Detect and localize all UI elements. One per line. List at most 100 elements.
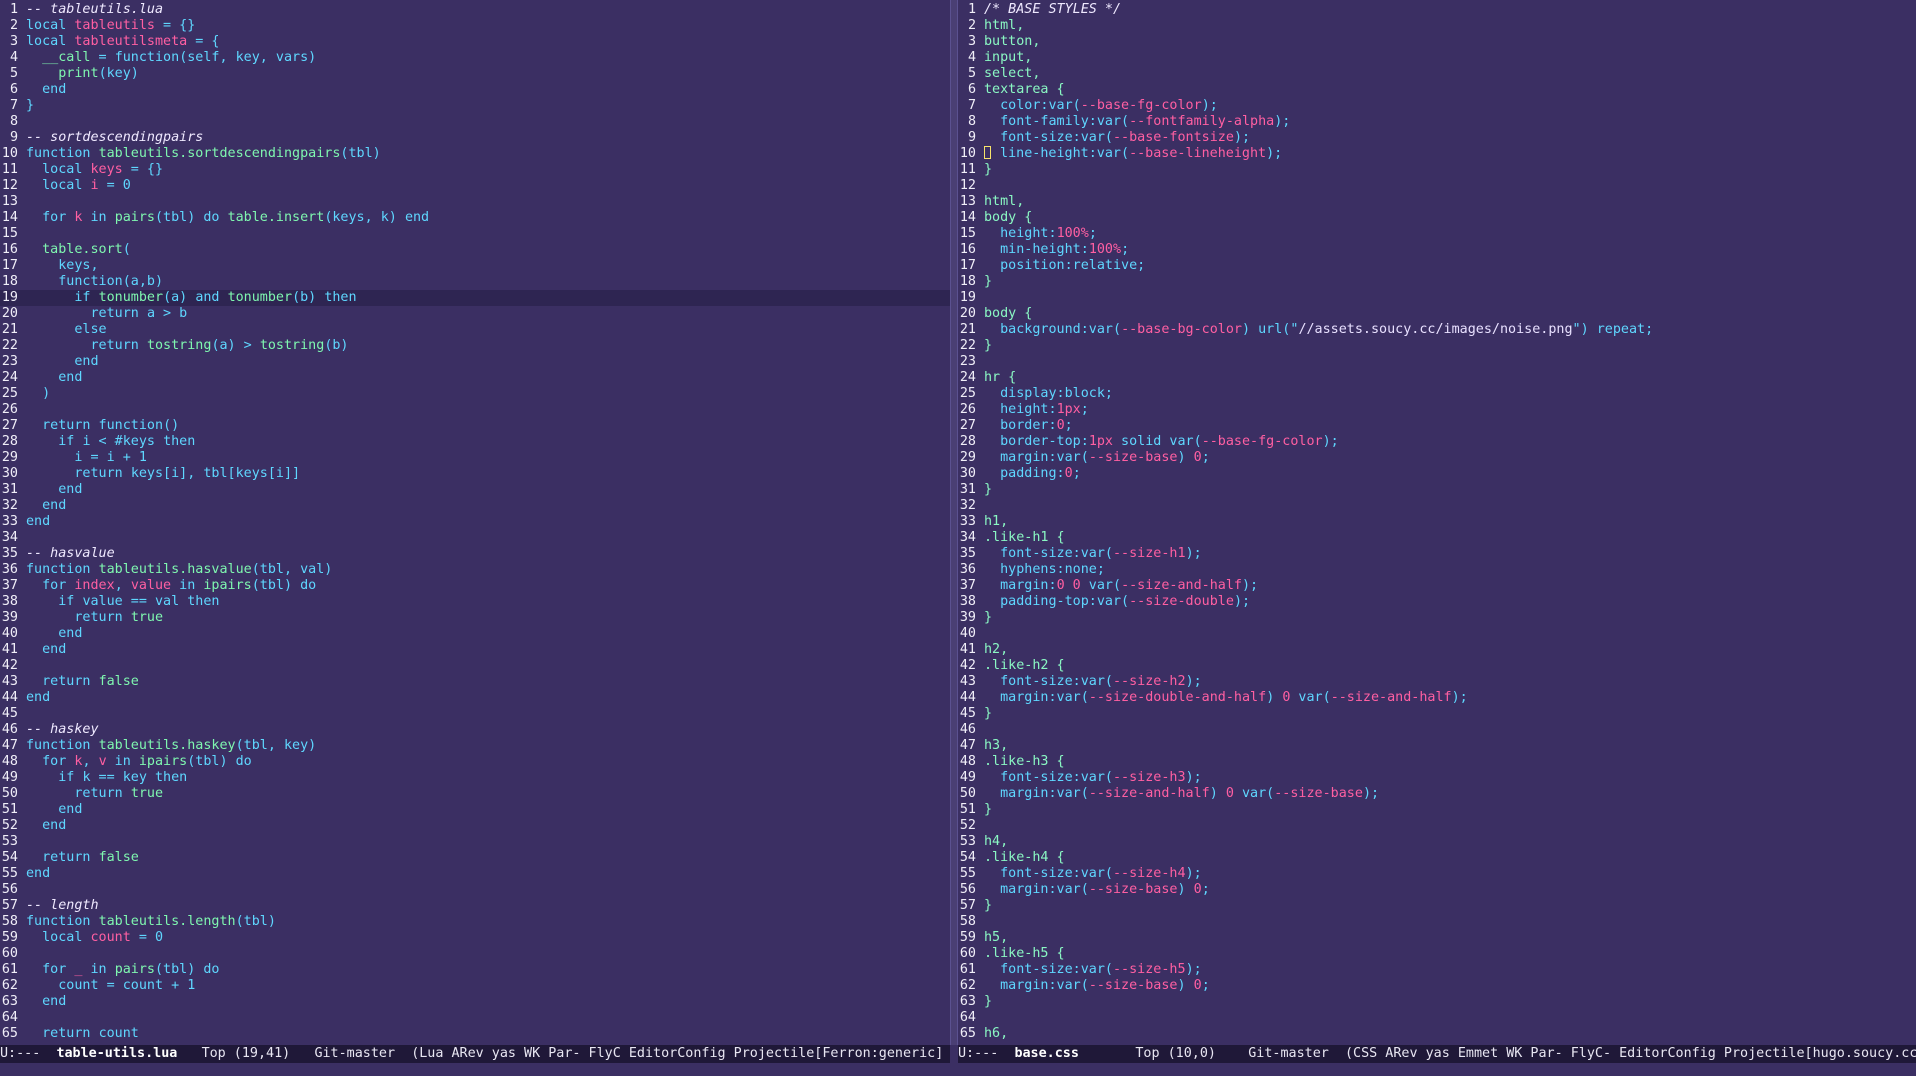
- code-line[interactable]: 23: [958, 354, 1916, 370]
- code-line[interactable]: 38 padding-top:var(--size-double);: [958, 594, 1916, 610]
- code-line[interactable]: 45}: [958, 706, 1916, 722]
- window-divider[interactable]: [950, 0, 958, 1045]
- code-line[interactable]: 61 font-size:var(--size-h5);: [958, 962, 1916, 978]
- code-line[interactable]: 10 line-height:var(--base-lineheight);: [958, 146, 1916, 162]
- code-line[interactable]: 60: [0, 946, 950, 962]
- code-line[interactable]: 32: [958, 498, 1916, 514]
- code-line[interactable]: 19 if tonumber(a) and tonumber(b) then: [0, 290, 950, 306]
- code-line[interactable]: 12: [958, 178, 1916, 194]
- code-line[interactable]: 28 if i < #keys then: [0, 434, 950, 450]
- code-line[interactable]: 48 .like-h3 {: [958, 754, 1916, 770]
- code-line[interactable]: 63}: [958, 994, 1916, 1010]
- code-line[interactable]: 53: [0, 834, 950, 850]
- code-line[interactable]: 19: [958, 290, 1916, 306]
- code-line[interactable]: 30 return keys[i], tbl[keys[i]]: [0, 466, 950, 482]
- code-line[interactable]: 2 local tableutils = {}: [0, 18, 950, 34]
- code-line[interactable]: 35 -- hasvalue: [0, 546, 950, 562]
- code-line[interactable]: 52 end: [0, 818, 950, 834]
- code-line[interactable]: 9 font-size:var(--base-fontsize);: [958, 130, 1916, 146]
- code-line[interactable]: 54 .like-h4 {: [958, 850, 1916, 866]
- code-line[interactable]: 52: [958, 818, 1916, 834]
- code-line[interactable]: 26: [0, 402, 950, 418]
- code-line[interactable]: 40 end: [0, 626, 950, 642]
- code-line[interactable]: 23 end: [0, 354, 950, 370]
- code-area-lua[interactable]: 1 -- tableutils.lua 2 local tableutils = {}…: [0, 2, 950, 1042]
- code-line[interactable]: 57 -- length: [0, 898, 950, 914]
- code-line[interactable]: 61 for _ in pairs(tbl) do: [0, 962, 950, 978]
- code-line[interactable]: 39 return true: [0, 610, 950, 626]
- code-line[interactable]: 49 font-size:var(--size-h3);: [958, 770, 1916, 786]
- code-line[interactable]: 62 margin:var(--size-base) 0;: [958, 978, 1916, 994]
- code-line[interactable]: 18 function(a,b): [0, 274, 950, 290]
- code-line[interactable]: 42: [0, 658, 950, 674]
- editor-pane-css[interactable]: 1/* BASE STYLES */2 html, 3 button, 4 input, 5…: [958, 0, 1916, 1045]
- code-line[interactable]: 30 padding:0;: [958, 466, 1916, 482]
- code-line[interactable]: 58 function tableutils.length(tbl): [0, 914, 950, 930]
- code-line[interactable]: 13 html,: [958, 194, 1916, 210]
- code-line[interactable]: 36 hyphens:none;: [958, 562, 1916, 578]
- code-line[interactable]: 5 print(key): [0, 66, 950, 82]
- code-line[interactable]: 50 margin:var(--size-and-half) 0 var(--s…: [958, 786, 1916, 802]
- code-line[interactable]: 65 h6,: [958, 1026, 1916, 1042]
- code-line[interactable]: 58: [958, 914, 1916, 930]
- code-line[interactable]: 46: [958, 722, 1916, 738]
- code-line[interactable]: 3 local tableutilsmeta = {: [0, 34, 950, 50]
- code-line[interactable]: 42 .like-h2 {: [958, 658, 1916, 674]
- code-line[interactable]: 65 return count: [0, 1026, 950, 1042]
- mode-line-vc-branch[interactable]: Git-master: [1248, 1046, 1329, 1061]
- code-line[interactable]: 53 h4,: [958, 834, 1916, 850]
- mode-line-modes[interactable]: (CSS ARev yas Emmet WK Par- FlyC- Editor…: [1345, 1046, 1916, 1061]
- code-line[interactable]: 64: [0, 1010, 950, 1026]
- code-line[interactable]: 63 end: [0, 994, 950, 1010]
- code-line[interactable]: 57}: [958, 898, 1916, 914]
- mode-line-buffer-name[interactable]: table-utils.lua: [56, 1046, 177, 1061]
- code-line[interactable]: 40: [958, 626, 1916, 642]
- code-line[interactable]: 44 end: [0, 690, 950, 706]
- code-line[interactable]: 49 if k == key then: [0, 770, 950, 786]
- code-line[interactable]: 26 height:1px;: [958, 402, 1916, 418]
- code-line[interactable]: 37 for index, value in ipairs(tbl) do: [0, 578, 950, 594]
- code-line[interactable]: 20 body {: [958, 306, 1916, 322]
- code-line[interactable]: 22}: [958, 338, 1916, 354]
- code-line[interactable]: 51 end: [0, 802, 950, 818]
- code-line[interactable]: 36 function tableutils.hasvalue(tbl, val): [0, 562, 950, 578]
- code-line[interactable]: 33 end: [0, 514, 950, 530]
- code-line[interactable]: 14 for k in pairs(tbl) do table.insert(k…: [0, 210, 950, 226]
- code-line[interactable]: 21 background:var(--base-bg-color) url("…: [958, 322, 1916, 338]
- mode-line-vc-branch[interactable]: Git-master: [314, 1046, 395, 1061]
- code-line[interactable]: 16 table.sort(: [0, 242, 950, 258]
- code-line[interactable]: 6 textarea {: [958, 82, 1916, 98]
- code-line[interactable]: 43 font-size:var(--size-h2);: [958, 674, 1916, 690]
- code-line[interactable]: 48 for k, v in ipairs(tbl) do: [0, 754, 950, 770]
- code-line[interactable]: 37 margin:0 0 var(--size-and-half);: [958, 578, 1916, 594]
- editor-pane-lua[interactable]: 1 -- tableutils.lua 2 local tableutils = {}…: [0, 0, 950, 1045]
- code-line[interactable]: 10 function tableutils.sortdescendingpair…: [0, 146, 950, 162]
- code-line[interactable]: 4 __call = function(self, key, vars): [0, 50, 950, 66]
- code-line[interactable]: 41 end: [0, 642, 950, 658]
- code-line[interactable]: 28 border-top:1px solid var(--base-fg-co…: [958, 434, 1916, 450]
- code-line[interactable]: 25 display:block;: [958, 386, 1916, 402]
- code-line[interactable]: 14 body {: [958, 210, 1916, 226]
- code-line[interactable]: 44 margin:var(--size-double-and-half) 0 …: [958, 690, 1916, 706]
- code-line[interactable]: 20 return a > b: [0, 306, 950, 322]
- code-line[interactable]: 59 local count = 0: [0, 930, 950, 946]
- code-line[interactable]: 25 ): [0, 386, 950, 402]
- code-line[interactable]: 51}: [958, 802, 1916, 818]
- code-line[interactable]: 27 border:0;: [958, 418, 1916, 434]
- code-line[interactable]: 16 min-height:100%;: [958, 242, 1916, 258]
- code-line[interactable]: 24 end: [0, 370, 950, 386]
- code-line[interactable]: 64: [958, 1010, 1916, 1026]
- code-line[interactable]: 18}: [958, 274, 1916, 290]
- code-line[interactable]: 27 return function(): [0, 418, 950, 434]
- code-line[interactable]: 17 position:relative;: [958, 258, 1916, 274]
- code-line[interactable]: 46 -- haskey: [0, 722, 950, 738]
- code-line[interactable]: 62 count = count + 1: [0, 978, 950, 994]
- code-line[interactable]: 15: [0, 226, 950, 242]
- code-line[interactable]: 4 input,: [958, 50, 1916, 66]
- code-line[interactable]: 39}: [958, 610, 1916, 626]
- code-line[interactable]: 9 -- sortdescendingpairs: [0, 130, 950, 146]
- code-line[interactable]: 12 local i = 0: [0, 178, 950, 194]
- code-line[interactable]: 55 font-size:var(--size-h4);: [958, 866, 1916, 882]
- code-line[interactable]: 11}: [958, 162, 1916, 178]
- code-line[interactable]: 2 html,: [958, 18, 1916, 34]
